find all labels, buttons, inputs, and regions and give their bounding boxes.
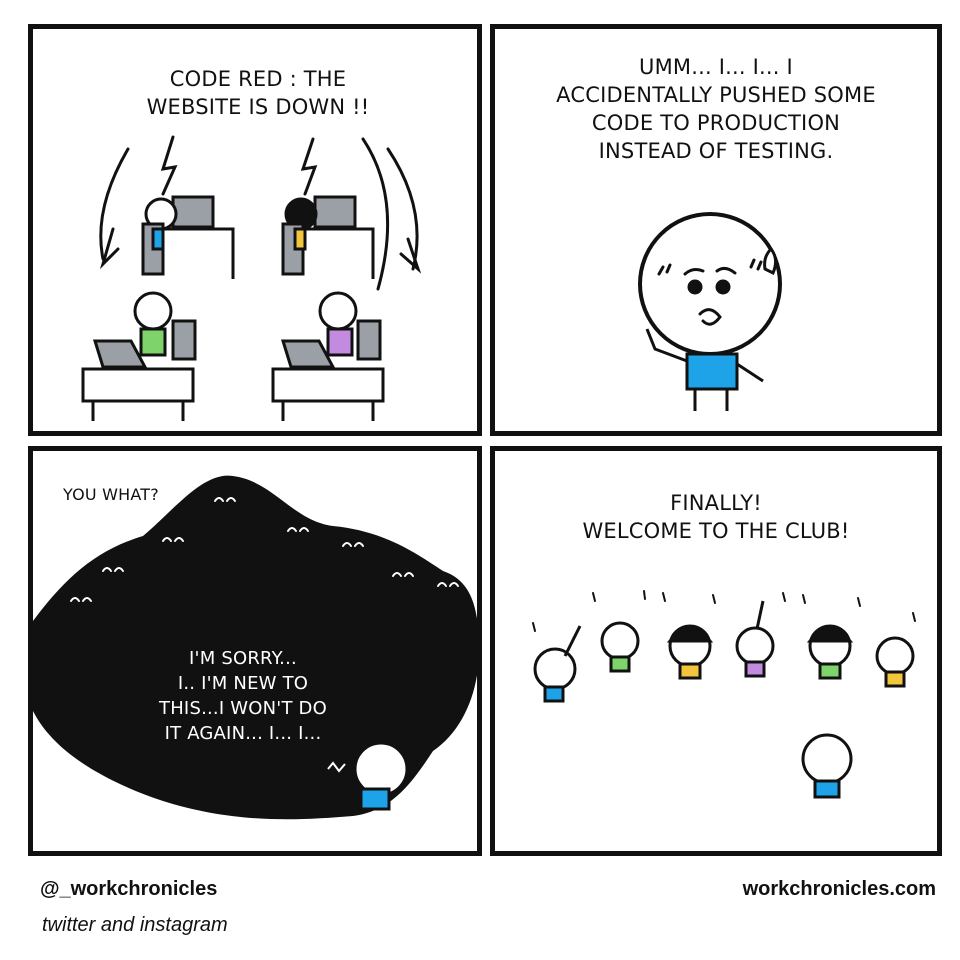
social-handle: @_workchronicles bbox=[40, 878, 218, 900]
celebrating-team-illustration bbox=[532, 590, 916, 799]
comic-panel-2: UMM... I... I... I ACCIDENTALLY PUSHED S… bbox=[490, 24, 942, 436]
caption-line: IT AGAIN... I... I... bbox=[164, 723, 322, 744]
office-panic-illustration bbox=[81, 135, 422, 421]
caption-line: I.. I'M NEW TO bbox=[177, 673, 309, 694]
panel-3-top-caption: YOU WHAT? bbox=[63, 485, 159, 504]
panel-3-caption: I'M SORRY... I.. I'M NEW TO THIS...I WON… bbox=[128, 646, 358, 746]
comic-panel-4: FINALLY! WELCOME TO THE CLUB! bbox=[490, 446, 942, 856]
caption-line: THIS...I WON'T DO bbox=[159, 698, 327, 719]
website-link[interactable]: workchronicles.com bbox=[743, 878, 936, 901]
comic-panel-1: CODE RED : THE WEBSITE IS DOWN !! bbox=[28, 24, 482, 436]
comic-panel-3: YOU WHAT? I'M SORRY... I.. I'M NEW TO TH… bbox=[28, 446, 482, 856]
nervous-developer-illustration bbox=[638, 212, 782, 411]
social-platforms: twitter and instagram bbox=[42, 914, 228, 936]
caption-line: I'M SORRY... bbox=[189, 648, 297, 669]
